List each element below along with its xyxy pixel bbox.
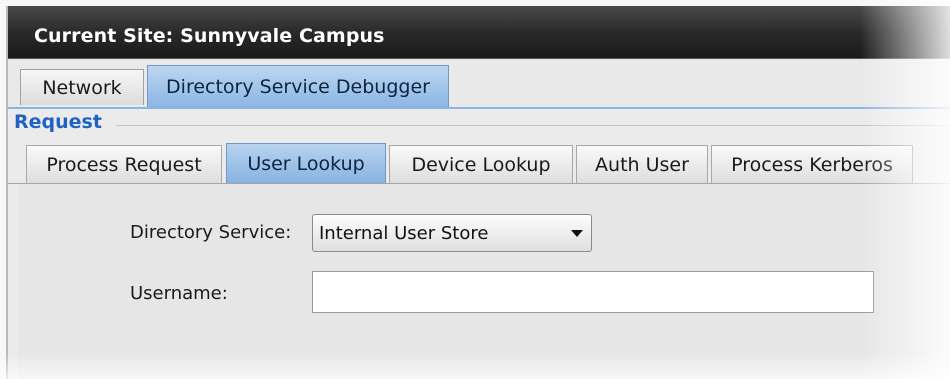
tab-user-lookup[interactable]: User Lookup	[226, 143, 386, 183]
tab-device-lookup[interactable]: Device Lookup	[389, 145, 573, 183]
username-input[interactable]	[312, 271, 874, 313]
dropdown-arrow-icon[interactable]	[571, 230, 583, 237]
tab-network[interactable]: Network	[20, 69, 144, 105]
request-sub-tab-strip: Process Request User Lookup Device Looku…	[8, 141, 950, 184]
directory-service-selected-value: Internal User Store	[319, 223, 489, 244]
request-divider	[116, 125, 950, 126]
tab-process-request[interactable]: Process Request	[26, 145, 222, 183]
app-window: Current Site: Sunnyvale Campus Network D…	[6, 6, 950, 379]
request-panel: Request Process Request User Lookup Devi…	[8, 109, 950, 379]
tab-auth-user[interactable]: Auth User	[576, 145, 708, 183]
window-title: Current Site: Sunnyvale Campus	[34, 25, 385, 47]
screenshot-frame: Current Site: Sunnyvale Campus Network D…	[0, 0, 950, 379]
directory-service-select[interactable]: Internal User Store	[312, 214, 592, 252]
directory-service-label: Directory Service:	[130, 222, 292, 243]
tab-process-kerberos[interactable]: Process Kerberos	[711, 145, 913, 183]
request-heading: Request	[14, 111, 108, 133]
title-bar: Current Site: Sunnyvale Campus	[8, 6, 950, 59]
top-tab-strip: Network Directory Service Debugger	[8, 61, 950, 109]
tab-directory-service-debugger[interactable]: Directory Service Debugger	[147, 65, 449, 107]
user-lookup-form: Directory Service: Internal User Store U…	[18, 184, 950, 379]
username-label: Username:	[130, 283, 228, 304]
